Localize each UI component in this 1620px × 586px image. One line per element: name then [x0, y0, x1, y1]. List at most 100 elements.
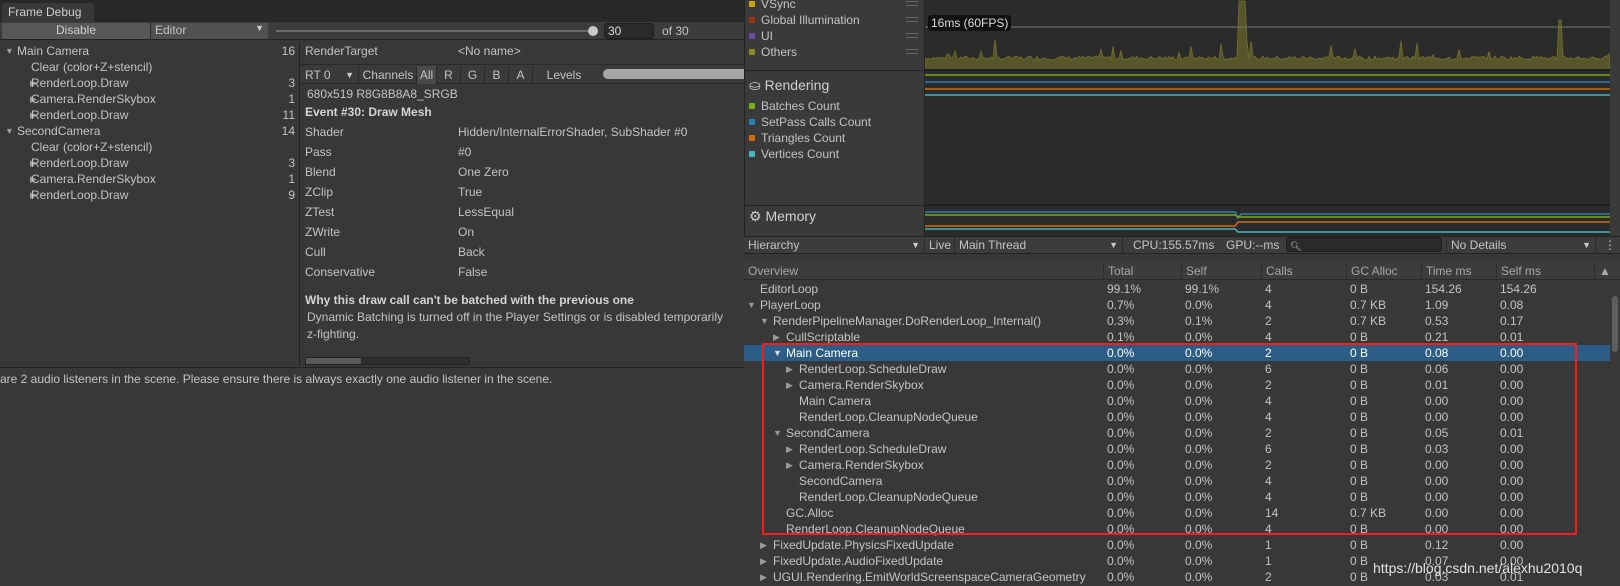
thread-dropdown[interactable]: Main Thread ▼ — [955, 237, 1123, 253]
legend-item[interactable]: UI — [749, 28, 773, 44]
search-input[interactable]: 🔍︎ — [1286, 237, 1442, 252]
event-item[interactable]: ▶ RenderLoop.Draw 3 — [0, 75, 299, 91]
table-row[interactable]: ▼ SecondCamera 0.0% 0.0% 2 0 B 0.05 0.01 — [744, 425, 1610, 441]
table-row[interactable]: Main Camera 0.0% 0.0% 4 0 B 0.00 0.00 — [744, 393, 1610, 409]
expand-closed-icon[interactable]: ▶ — [786, 361, 793, 377]
cell-calls: 4 — [1265, 298, 1272, 312]
drag-handle-icon[interactable] — [906, 33, 918, 38]
details-scrollbar[interactable] — [305, 357, 470, 365]
channel-all[interactable]: All — [417, 66, 437, 84]
memory-module[interactable]: ⚙ Memory — [749, 207, 816, 225]
prop-value: LessEqual — [458, 205, 515, 219]
live-toggle[interactable]: Live — [925, 237, 955, 253]
sort-icon[interactable]: ▲ — [1594, 263, 1620, 279]
event-slider[interactable] — [276, 30, 594, 32]
table-row[interactable]: ▶ RenderLoop.ScheduleDraw 0.0% 0.0% 6 0 B 0.06… — [744, 361, 1610, 377]
legend-item[interactable]: VSync — [749, 0, 796, 12]
cell-gc: 0 B — [1350, 474, 1369, 488]
table-row[interactable]: ▶ Camera.RenderSkybox 0.0% 0.0% 2 0 B 0.00 0.00 — [744, 457, 1610, 473]
target-dropdown[interactable]: Editor ▼ — [150, 23, 268, 39]
search-icon: 🔍︎ — [1290, 241, 1302, 251]
console-message[interactable]: are 2 audio listeners in the scene. Plea… — [0, 371, 552, 387]
details-dropdown[interactable]: No Details ▼ — [1446, 237, 1596, 253]
cell-self: 0.0% — [1185, 490, 1213, 504]
view-dropdown[interactable]: Hierarchy ▼ — [744, 237, 925, 253]
rendering-module[interactable]: ⛀ Rendering — [749, 76, 829, 94]
expand-open-icon[interactable]: ▼ — [747, 297, 756, 313]
more-options-icon[interactable]: ⋮ — [1604, 237, 1616, 253]
profiler-charts[interactable]: 16ms (60FPS) — [924, 0, 1611, 236]
event-item[interactable]: ▶ Camera.RenderSkybox 1 — [0, 91, 299, 107]
expand-open-icon[interactable]: ▼ — [760, 313, 769, 329]
legend-item[interactable]: Global Illumination — [749, 12, 860, 28]
event-item[interactable]: ▶ RenderLoop.Draw 3 — [0, 155, 299, 171]
expand-open-icon[interactable]: ▼ — [773, 425, 782, 441]
event-item[interactable]: ▶ Camera.RenderSkybox 1 — [0, 171, 299, 187]
expand-open-icon[interactable]: ▼ — [773, 345, 782, 361]
table-row[interactable]: ▶ CullScriptable 0.1% 0.0% 4 0 B 0.21 0.01 — [744, 329, 1610, 345]
expand-closed-icon[interactable]: ▶ — [760, 569, 767, 585]
expand-open-icon[interactable]: ▼ — [5, 123, 14, 139]
expand-closed-icon[interactable]: ▶ — [786, 377, 793, 393]
column-header-calls[interactable]: Calls — [1261, 263, 1346, 279]
column-header-total[interactable]: Total — [1103, 263, 1181, 279]
cell-selfms: 0.00 — [1500, 506, 1524, 520]
channel-g[interactable]: G — [461, 66, 485, 84]
table-row[interactable]: SecondCamera 0.0% 0.0% 4 0 B 0.00 0.00 — [744, 473, 1610, 489]
column-header-gc-alloc[interactable]: GC Alloc — [1346, 263, 1421, 279]
table-row[interactable]: ▶ RenderLoop.ScheduleDraw 0.0% 0.0% 6 0 B 0.03… — [744, 441, 1610, 457]
cell-self: 0.0% — [1185, 362, 1213, 376]
table-row[interactable]: GC.Alloc 0.0% 0.0% 14 0.7 KB 0.00 0.00 — [744, 505, 1610, 521]
levels-slider[interactable] — [603, 69, 744, 79]
expand-closed-icon[interactable]: ▶ — [773, 329, 780, 345]
event-number-input[interactable]: 30 — [604, 23, 654, 39]
expand-closed-icon[interactable]: ▶ — [760, 553, 767, 569]
legend-item[interactable]: Others — [749, 44, 797, 60]
profiler-toolbar: Hierarchy ▼ Live Main Thread ▼ CPU:155.57m… — [744, 236, 1620, 254]
batch-reason: Dynamic Batching is turned off in the Pl… — [307, 310, 723, 324]
cell-gc: 0 B — [1350, 282, 1369, 296]
expand-closed-icon[interactable]: ▶ — [786, 441, 793, 457]
column-header-self-ms[interactable]: Self ms — [1496, 263, 1590, 279]
event-item[interactable]: ▼ Main Camera 16 — [0, 43, 299, 59]
charts-scrollbar[interactable] — [1610, 0, 1620, 236]
legend-item[interactable]: Vertices Count — [749, 146, 839, 162]
event-item[interactable]: ▼ SecondCamera 14 — [0, 123, 299, 139]
table-row[interactable]: ▶ FixedUpdate.PhysicsFixedUpdate 0.0% 0.0% 1… — [744, 537, 1610, 553]
event-item[interactable]: Clear (color+Z+stencil) — [0, 59, 299, 75]
column-header-overview[interactable]: Overview — [744, 263, 1103, 279]
drag-handle-icon[interactable] — [906, 1, 918, 6]
drag-handle-icon[interactable] — [906, 49, 918, 54]
event-item[interactable]: ▶ RenderLoop.Draw 9 — [0, 187, 299, 203]
expand-closed-icon[interactable]: ▶ — [786, 457, 793, 473]
table-row[interactable]: ▶ Camera.RenderSkybox 0.0% 0.0% 2 0 B 0.01 0.00 — [744, 377, 1610, 393]
table-row[interactable]: ▼ RenderPipelineManager.DoRenderLoop_Inte… — [744, 313, 1610, 329]
table-row[interactable]: RenderLoop.CleanupNodeQueue 0.0% 0.0% 4 0 B 0… — [744, 489, 1610, 505]
rt-dropdown[interactable]: RT 0 ▼ — [301, 66, 359, 84]
event-item[interactable]: Clear (color+Z+stencil) — [0, 139, 299, 155]
table-row[interactable]: ▼ Main Camera 0.0% 0.0% 2 0 B 0.08 0.00 — [744, 345, 1610, 361]
channel-r[interactable]: R — [437, 66, 461, 84]
legend-swatch — [749, 135, 755, 141]
legend-item[interactable]: SetPass Calls Count — [749, 114, 871, 130]
event-item[interactable]: ▶ RenderLoop.Draw 11 — [0, 107, 299, 123]
charts-svg[interactable] — [924, 0, 1611, 236]
disable-button[interactable]: Disable — [2, 23, 150, 39]
table-scrollbar-thumb[interactable] — [1612, 296, 1618, 352]
tab-frame-debug[interactable]: Frame Debug — [2, 3, 94, 22]
table-row[interactable]: ▼ PlayerLoop 0.7% 0.0% 4 0.7 KB 1.09 0.08 — [744, 297, 1610, 313]
event-slider-handle[interactable] — [588, 26, 598, 36]
expand-closed-icon[interactable]: ▶ — [760, 537, 767, 553]
channel-b[interactable]: B — [485, 66, 509, 84]
cell-total: 0.0% — [1107, 522, 1135, 536]
drag-handle-icon[interactable] — [906, 17, 918, 22]
column-header-self[interactable]: Self — [1181, 263, 1261, 279]
channel-a[interactable]: A — [509, 66, 533, 84]
column-header-time-ms[interactable]: Time ms — [1421, 263, 1496, 279]
table-row[interactable]: EditorLoop 99.1% 99.1% 4 0 B 154.26 154.26 — [744, 281, 1610, 297]
expand-open-icon[interactable]: ▼ — [5, 43, 14, 59]
table-row[interactable]: RenderLoop.CleanupNodeQueue 0.0% 0.0% 4 0 B 0… — [744, 521, 1610, 537]
table-row[interactable]: RenderLoop.CleanupNodeQueue 0.0% 0.0% 4 0 B 0… — [744, 409, 1610, 425]
legend-item[interactable]: Triangles Count — [749, 130, 845, 146]
legend-item[interactable]: Batches Count — [749, 98, 840, 114]
